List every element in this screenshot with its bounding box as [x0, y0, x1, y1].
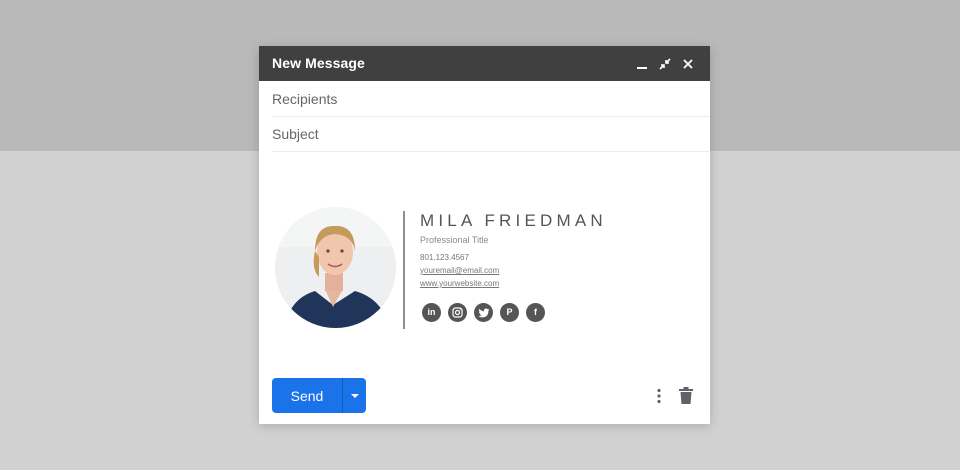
- minimize-icon[interactable]: [632, 54, 652, 74]
- more-vert-icon[interactable]: [649, 386, 669, 406]
- send-button[interactable]: Send: [272, 378, 342, 413]
- recipients-row: [272, 82, 710, 117]
- profile-photo: [275, 207, 396, 328]
- subject-input[interactable]: [272, 126, 692, 142]
- twitter-icon[interactable]: [474, 303, 493, 322]
- signature-phone: 801.123.4567: [420, 253, 469, 262]
- instagram-icon[interactable]: [448, 303, 467, 322]
- facebook-glyph: f: [534, 307, 537, 317]
- facebook-icon[interactable]: f: [526, 303, 545, 322]
- subject-row: [272, 117, 710, 152]
- linkedin-glyph: in: [427, 307, 436, 317]
- linkedin-icon[interactable]: in: [422, 303, 441, 322]
- recipients-input[interactable]: [272, 91, 692, 107]
- caret-down-icon: [350, 393, 359, 398]
- signature-title: Professional Title: [420, 235, 489, 245]
- send-options-button[interactable]: [342, 378, 366, 413]
- compose-window: New Message Recipients Subject MILA FRIE…: [259, 46, 710, 424]
- signature-email-link[interactable]: youremail@email.com: [420, 266, 499, 275]
- pinterest-glyph: P: [506, 307, 513, 317]
- signature-name: MILA FRIEDMAN: [420, 211, 607, 230]
- email-signature: MILA FRIEDMAN Professional Title 801.123…: [275, 207, 695, 332]
- compose-titlebar[interactable]: New Message: [259, 46, 710, 81]
- social-links: in P f: [422, 303, 552, 323]
- window-controls: [629, 54, 698, 74]
- compose-title: New Message: [272, 55, 365, 71]
- exit-fullscreen-icon[interactable]: [655, 54, 675, 74]
- close-icon[interactable]: [678, 54, 698, 74]
- trash-icon[interactable]: [676, 385, 696, 405]
- signature-divider: [403, 211, 405, 329]
- signature-website-link[interactable]: www.yourwebsite.com: [420, 279, 499, 288]
- send-button-group: Send: [272, 378, 366, 413]
- pinterest-icon[interactable]: P: [500, 303, 519, 322]
